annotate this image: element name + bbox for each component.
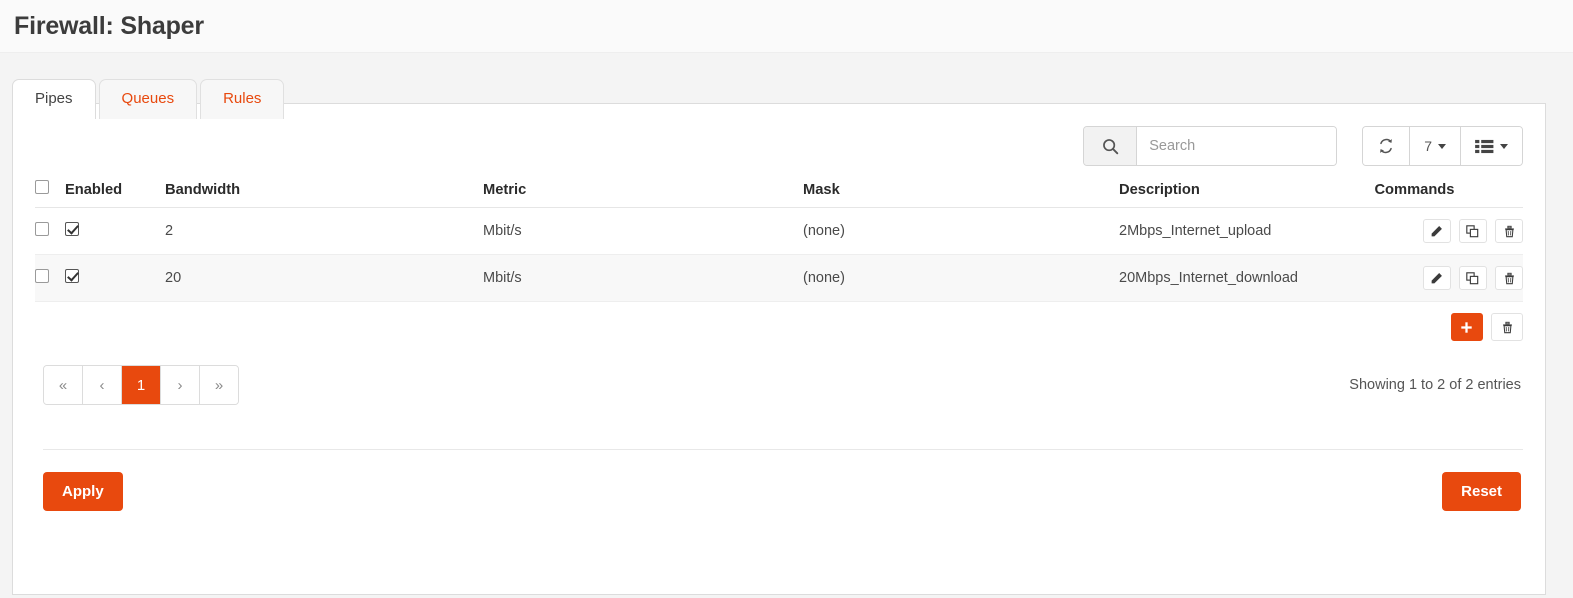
table-row: 20 Mbit/s (none) 20Mbps_Internet_downloa…	[35, 255, 1523, 302]
row-metric: Mbit/s	[483, 208, 803, 255]
row-select-checkbox[interactable]	[35, 269, 49, 283]
delete-selected-button[interactable]	[1491, 313, 1523, 341]
row-select-cell	[35, 208, 65, 255]
row-enabled-checkbox[interactable]	[65, 222, 79, 236]
tab-queues-label: Queues	[122, 90, 175, 107]
header-bandwidth[interactable]: Bandwidth	[165, 180, 483, 208]
header-description[interactable]: Description	[1119, 180, 1374, 208]
header-enabled[interactable]: Enabled	[65, 180, 165, 208]
delete-icon	[1501, 321, 1514, 334]
row-description: 2Mbps_Internet_upload	[1119, 208, 1374, 255]
entries-info: Showing 1 to 2 of 2 entries	[1349, 377, 1521, 393]
header-metric[interactable]: Metric	[483, 180, 803, 208]
tab-pipes[interactable]: Pipes	[12, 79, 96, 119]
clone-button[interactable]	[1459, 266, 1487, 290]
clone-icon	[1466, 225, 1479, 238]
add-icon	[1460, 321, 1473, 334]
edit-icon	[1430, 225, 1443, 238]
edit-button[interactable]	[1423, 266, 1451, 290]
tab-pipes-label: Pipes	[35, 90, 73, 107]
tab-bar-wrapper: Pipes Queues Rules	[0, 53, 1573, 103]
pagination-page-1[interactable]: 1	[122, 366, 161, 404]
footer-actions: Apply Reset	[13, 450, 1545, 511]
tab-bar: Pipes Queues Rules	[12, 79, 1573, 119]
columns-dropdown[interactable]	[1461, 127, 1522, 165]
search-group	[1083, 126, 1337, 166]
pipes-table: Enabled Bandwidth Metric Mask Descriptio…	[35, 180, 1523, 302]
delete-button[interactable]	[1495, 266, 1523, 290]
columns-list-icon	[1475, 139, 1494, 154]
chevron-down-icon	[1438, 144, 1446, 149]
pagination: « ‹ 1 › »	[43, 365, 239, 405]
tab-rules-label: Rules	[223, 90, 261, 107]
row-select-cell	[35, 255, 65, 302]
page-size-label: 7	[1424, 138, 1432, 154]
row-bandwidth: 2	[165, 208, 483, 255]
refresh-icon	[1377, 137, 1395, 155]
pagination-next[interactable]: ›	[161, 366, 200, 404]
page-title: Firewall: Shaper	[14, 12, 204, 41]
pagination-last[interactable]: »	[200, 366, 238, 404]
refresh-button[interactable]	[1363, 127, 1410, 165]
bulk-actions	[13, 302, 1545, 341]
delete-icon	[1503, 272, 1516, 285]
row-enabled-checkbox[interactable]	[65, 269, 79, 283]
row-commands	[1374, 208, 1523, 255]
pagination-row: « ‹ 1 › » Showing 1 to 2 of 2 entries	[13, 341, 1545, 405]
row-bandwidth: 20	[165, 255, 483, 302]
row-enabled-cell	[65, 255, 165, 302]
search-icon	[1102, 138, 1119, 155]
delete-icon	[1503, 225, 1516, 238]
edit-button[interactable]	[1423, 219, 1451, 243]
header-commands: Commands	[1374, 180, 1523, 208]
pagination-first[interactable]: «	[44, 366, 83, 404]
table-header: Enabled Bandwidth Metric Mask Descriptio…	[35, 180, 1523, 208]
row-mask: (none)	[803, 255, 1119, 302]
add-pipe-button[interactable]	[1451, 313, 1483, 341]
select-all-checkbox[interactable]	[35, 180, 49, 194]
content-panel: 7	[12, 103, 1546, 595]
row-commands	[1374, 255, 1523, 302]
delete-button[interactable]	[1495, 219, 1523, 243]
clone-icon	[1466, 272, 1479, 285]
search-button[interactable]	[1084, 127, 1137, 165]
table-body: 2 Mbit/s (none) 2Mbps_Internet_upload	[35, 208, 1523, 302]
page-size-dropdown[interactable]: 7	[1410, 127, 1461, 165]
tab-queues[interactable]: Queues	[99, 79, 198, 119]
search-input[interactable]	[1137, 127, 1336, 165]
row-description: 20Mbps_Internet_download	[1119, 255, 1374, 302]
pagination-prev[interactable]: ‹	[83, 366, 122, 404]
header-mask[interactable]: Mask	[803, 180, 1119, 208]
clone-button[interactable]	[1459, 219, 1487, 243]
table-header-row: Enabled Bandwidth Metric Mask Descriptio…	[35, 180, 1523, 208]
page-root: Firewall: Shaper Pipes Queues Rules	[0, 0, 1573, 598]
table-row: 2 Mbit/s (none) 2Mbps_Internet_upload	[35, 208, 1523, 255]
chevron-down-icon	[1500, 144, 1508, 149]
row-metric: Mbit/s	[483, 255, 803, 302]
row-select-checkbox[interactable]	[35, 222, 49, 236]
table-controls-group: 7	[1362, 126, 1523, 166]
reset-button[interactable]: Reset	[1442, 472, 1521, 511]
apply-button[interactable]: Apply	[43, 472, 123, 511]
tab-rules[interactable]: Rules	[200, 79, 284, 119]
row-mask: (none)	[803, 208, 1119, 255]
page-header: Firewall: Shaper	[0, 0, 1573, 53]
select-all-header	[35, 180, 65, 208]
edit-icon	[1430, 272, 1443, 285]
row-enabled-cell	[65, 208, 165, 255]
